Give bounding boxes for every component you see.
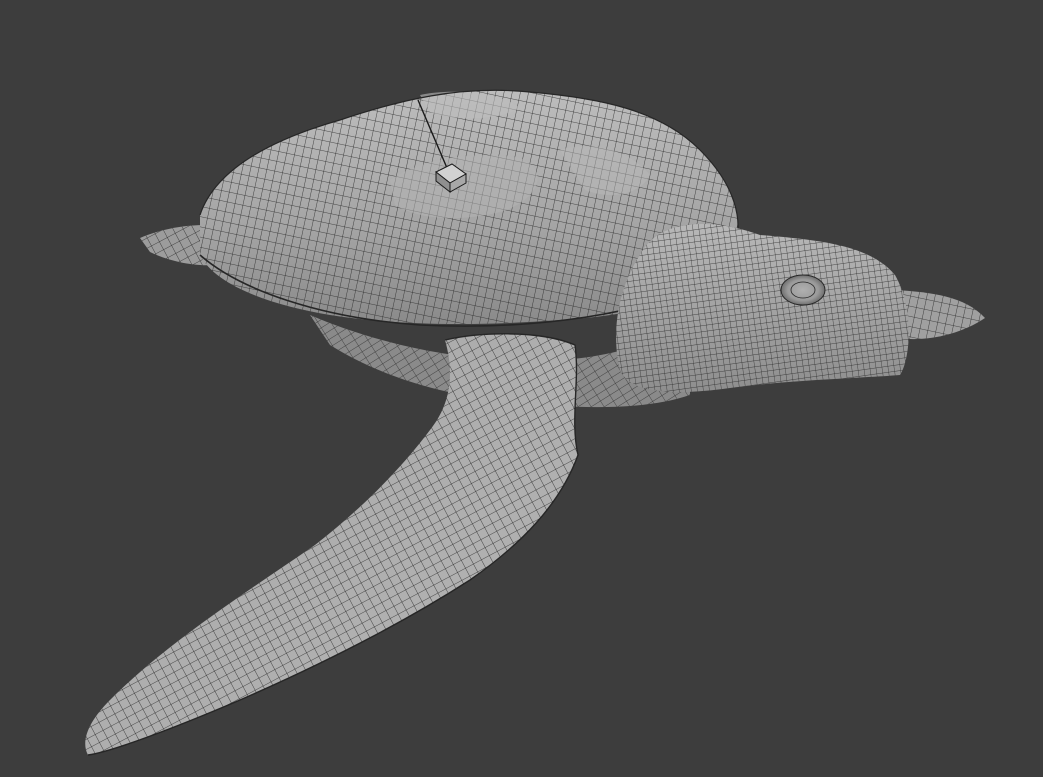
turtle-front-flipper[interactable] xyxy=(85,333,579,756)
turtle-head[interactable] xyxy=(616,223,909,393)
viewport-canvas[interactable] xyxy=(0,0,1043,777)
3d-viewport[interactable] xyxy=(0,0,1043,777)
turtle-eye xyxy=(780,274,826,306)
